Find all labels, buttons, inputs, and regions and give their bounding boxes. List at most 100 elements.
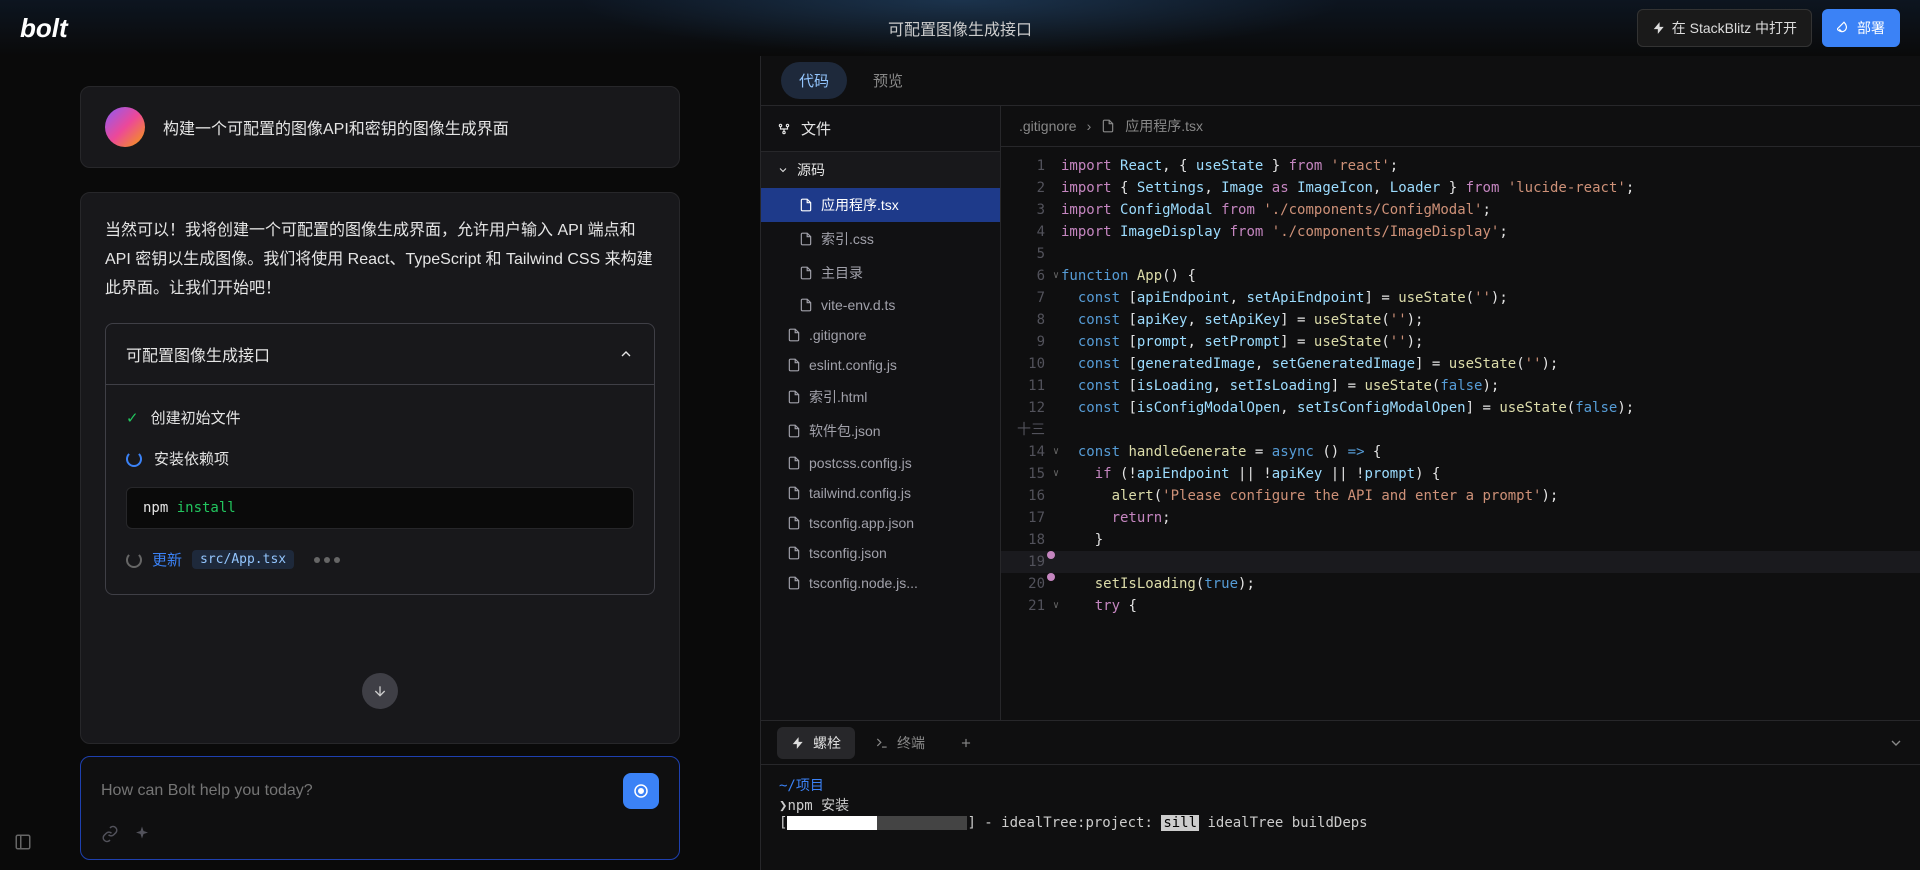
file-tree-header: 文件 <box>761 106 1000 152</box>
crumb-2[interactable]: 应用程序.tsx <box>1125 116 1203 136</box>
code-line: 16 alert('Please configure the API and e… <box>1001 485 1920 507</box>
step1-label: 创建初始文件 <box>151 407 241 428</box>
code-line: 9 const [prompt, setPrompt] = useState('… <box>1001 331 1920 353</box>
code-line: 17 return; <box>1001 507 1920 529</box>
breadcrumb: .gitignore › 应用程序.tsx <box>1001 106 1920 147</box>
code-line: 19 <box>1001 551 1920 573</box>
terminal-tab-terminal[interactable]: 终端 <box>861 727 939 759</box>
terminal-output[interactable]: ~/项目 ❯npm 安装 [] - idealTree:project: sil… <box>761 765 1920 870</box>
code-line: 21∨ try { <box>1001 595 1920 617</box>
code-line: 12 const [isConfigModalOpen, setIsConfig… <box>1001 397 1920 419</box>
crumb-1[interactable]: .gitignore <box>1019 118 1077 134</box>
tab-code[interactable]: 代码 <box>781 62 847 99</box>
terminal-tab-bolt[interactable]: 螺栓 <box>777 727 855 759</box>
spinner-icon <box>126 451 142 467</box>
chevron-down-icon[interactable] <box>1888 735 1904 751</box>
editor-panel: 代码 预览 文件 源码 应用程序.tsx索引.css主目录vite-env.d.… <box>760 56 1920 870</box>
file-索引.html[interactable]: 索引.html <box>761 380 1000 414</box>
file-eslint.config.js[interactable]: eslint.config.js <box>761 350 1000 380</box>
sparkle-icon[interactable] <box>133 825 151 843</box>
code-line: 20 setIsLoading(true); <box>1001 573 1920 595</box>
bolt-icon <box>791 736 805 750</box>
user-message: 构建一个可配置的图像API和密钥的图像生成界面 <box>80 86 680 168</box>
rocket-icon <box>1837 21 1851 35</box>
file-主目录[interactable]: 主目录 <box>761 256 1000 290</box>
loading-dots <box>314 557 340 563</box>
chevron-right-icon: › <box>1087 118 1092 134</box>
update-file-chip[interactable]: src/App.tsx <box>192 550 294 569</box>
check-icon: ✓ <box>126 409 139 427</box>
main: 构建一个可配置的图像API和密钥的图像生成界面 当然可以！我将创建一个可配置的图… <box>0 56 1920 870</box>
open-stackblitz-button[interactable]: 在 StackBlitz 中打开 <box>1637 9 1812 47</box>
terminal-panel: 螺栓 终端 ~/项目 ❯npm 安装 [] - idealTree:projec… <box>761 720 1920 870</box>
add-terminal-button[interactable] <box>945 730 987 756</box>
code-line: 十三 <box>1001 419 1920 441</box>
term-path: ~/项目 <box>779 775 1902 795</box>
step2-label: 安装依赖项 <box>154 448 229 469</box>
code-editor[interactable]: 1import React, { useState } from 'react'… <box>1001 147 1920 720</box>
avatar <box>105 107 145 147</box>
code-line: 15∨ if (!apiEndpoint || !apiKey || !prom… <box>1001 463 1920 485</box>
logo[interactable]: bolt <box>20 13 68 44</box>
chat-input[interactable] <box>101 782 623 800</box>
code-line: 3import ConfigModal from './components/C… <box>1001 199 1920 221</box>
header: bolt 可配置图像生成接口 在 StackBlitz 中打开 部署 <box>0 0 1920 56</box>
task-step-2: 安装依赖项 <box>106 438 654 479</box>
link-icon[interactable] <box>101 825 119 843</box>
editor-area: 文件 源码 应用程序.tsx索引.css主目录vite-env.d.ts .gi… <box>761 106 1920 720</box>
code-line: 4import ImageDisplay from './components/… <box>1001 221 1920 243</box>
user-prompt-text: 构建一个可配置的图像API和密钥的图像生成界面 <box>163 115 509 139</box>
bolt-icon <box>1652 21 1666 35</box>
code-line: 18 } <box>1001 529 1920 551</box>
file-应用程序.tsx[interactable]: 应用程序.tsx <box>761 188 1000 222</box>
update-row: 更新 src/App.tsx <box>106 537 654 582</box>
chevron-down-icon <box>777 164 789 176</box>
file-索引.css[interactable]: 索引.css <box>761 222 1000 256</box>
file-tsconfig.json[interactable]: tsconfig.json <box>761 538 1000 568</box>
file-tsconfig.node.js...[interactable]: tsconfig.node.js... <box>761 568 1000 598</box>
code-line: 8 const [apiKey, setApiKey] = useState('… <box>1001 309 1920 331</box>
code-line: 5 <box>1001 243 1920 265</box>
scroll-down-button[interactable] <box>362 673 398 709</box>
file-.gitignore[interactable]: .gitignore <box>761 320 1000 350</box>
term-output: [] - idealTree:project: sill idealTree b… <box>779 815 1902 831</box>
response-text: 当然可以！我将创建一个可配置的图像生成界面，允许用户输入 API 端点和 API… <box>105 217 655 303</box>
file-icon <box>1101 119 1115 133</box>
cmd-prefix: npm <box>143 500 177 516</box>
task-card: 可配置图像生成接口 ✓ 创建初始文件 安装依赖项 npm install <box>105 323 655 595</box>
task-step-1: ✓ 创建初始文件 <box>106 397 654 438</box>
folder-src[interactable]: 源码 <box>761 152 1000 188</box>
files-label: 文件 <box>801 118 831 139</box>
deploy-button[interactable]: 部署 <box>1822 9 1900 47</box>
terminal-tabs: 螺栓 终端 <box>761 721 1920 765</box>
target-icon <box>632 782 650 800</box>
header-actions: 在 StackBlitz 中打开 部署 <box>1637 9 1900 47</box>
term-cmd: ❯npm 安装 <box>779 795 1902 815</box>
page-title: 可配置图像生成接口 <box>888 16 1032 40</box>
tab-preview[interactable]: 预览 <box>855 62 921 99</box>
code-line: 14∨ const handleGenerate = async () => { <box>1001 441 1920 463</box>
file-vite-env.d.ts[interactable]: vite-env.d.ts <box>761 290 1000 320</box>
open-label: 在 StackBlitz 中打开 <box>1672 18 1797 38</box>
update-label[interactable]: 更新 <box>152 549 182 570</box>
cmd-text: install <box>177 500 236 516</box>
file-软件包.json[interactable]: 软件包.json <box>761 414 1000 448</box>
spinner-icon <box>126 552 142 568</box>
file-tree: 文件 源码 应用程序.tsx索引.css主目录vite-env.d.ts .gi… <box>761 106 1001 720</box>
panel-icon <box>14 833 32 851</box>
task-header[interactable]: 可配置图像生成接口 <box>106 324 654 385</box>
code-line: 10 const [generatedImage, setGeneratedIm… <box>1001 353 1920 375</box>
file-tsconfig.app.json[interactable]: tsconfig.app.json <box>761 508 1000 538</box>
command-box: npm install <box>126 487 634 529</box>
file-tailwind.config.js[interactable]: tailwind.config.js <box>761 478 1000 508</box>
task-title: 可配置图像生成接口 <box>126 342 270 366</box>
sidebar-toggle[interactable] <box>14 833 32 856</box>
code-line: 1import React, { useState } from 'react'… <box>1001 155 1920 177</box>
plus-icon <box>959 736 973 750</box>
file-postcss.config.js[interactable]: postcss.config.js <box>761 448 1000 478</box>
task-items: ✓ 创建初始文件 安装依赖项 npm install 更新 src/App.ts… <box>106 385 654 594</box>
tree-icon <box>777 122 791 136</box>
deploy-label: 部署 <box>1857 18 1885 38</box>
code-pane: .gitignore › 应用程序.tsx 1import React, { u… <box>1001 106 1920 720</box>
send-button[interactable] <box>623 773 659 809</box>
